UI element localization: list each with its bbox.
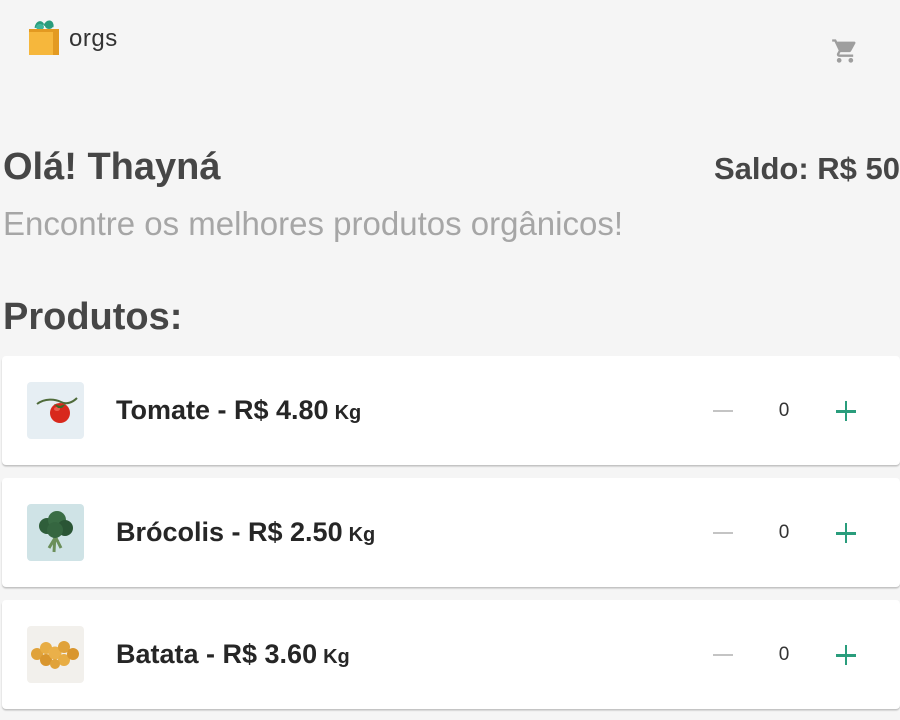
product-unit: Kg	[348, 524, 376, 546]
product-name-text: Tomate - R$ 4.80	[116, 395, 329, 425]
quantity-value: 0	[778, 522, 790, 543]
logo-text: orgs	[69, 25, 118, 52]
product-unit: Kg	[334, 402, 362, 424]
product-card-broccoli: Brócolis - R$ 2.50 Kg 0	[2, 478, 900, 587]
decrement-button[interactable]	[711, 514, 735, 546]
logo[interactable]: orgs	[27, 20, 118, 56]
increment-button[interactable]	[834, 400, 858, 424]
increment-button[interactable]	[834, 522, 858, 546]
broccoli-image	[27, 504, 84, 561]
product-name-text: Brócolis - R$ 2.50	[116, 517, 343, 547]
shopping-cart-icon[interactable]	[831, 37, 859, 65]
quantity-value: 0	[778, 644, 790, 665]
product-name: Brócolis - R$ 2.50 Kg	[116, 517, 375, 548]
grocery-bag-icon	[29, 20, 59, 55]
product-name-text: Batata - R$ 3.60	[116, 639, 318, 669]
balance-label: Saldo: R$ 50	[713, 151, 900, 186]
greeting-subtitle: Encontre os melhores produtos orgânicos!	[3, 205, 624, 242]
app-header: orgs	[0, 0, 900, 90]
products-section-title: Produtos:	[3, 296, 183, 338]
page: orgs Olá! Thayná Saldo: R$ 50 Encontre o…	[0, 0, 900, 720]
product-list: Tomate - R$ 4.80 Kg 0 Brócolis - R$ 2.50 K…	[2, 356, 900, 720]
greeting-title: Olá! Thayná	[3, 146, 221, 188]
product-card-tomato: Tomate - R$ 4.80 Kg 0	[2, 356, 900, 465]
increment-button[interactable]	[834, 644, 858, 668]
product-unit: Kg	[323, 646, 350, 668]
potato-image	[27, 626, 84, 683]
decrement-button[interactable]	[711, 636, 735, 668]
decrement-button[interactable]	[711, 392, 735, 424]
product-name: Tomate - R$ 4.80 Kg	[116, 395, 361, 426]
product-name: Batata - R$ 3.60 Kg	[116, 639, 350, 670]
product-card-potato: Batata - R$ 3.60 Kg 0	[2, 600, 900, 709]
tomato-image	[27, 382, 84, 439]
quantity-value: 0	[778, 400, 790, 421]
